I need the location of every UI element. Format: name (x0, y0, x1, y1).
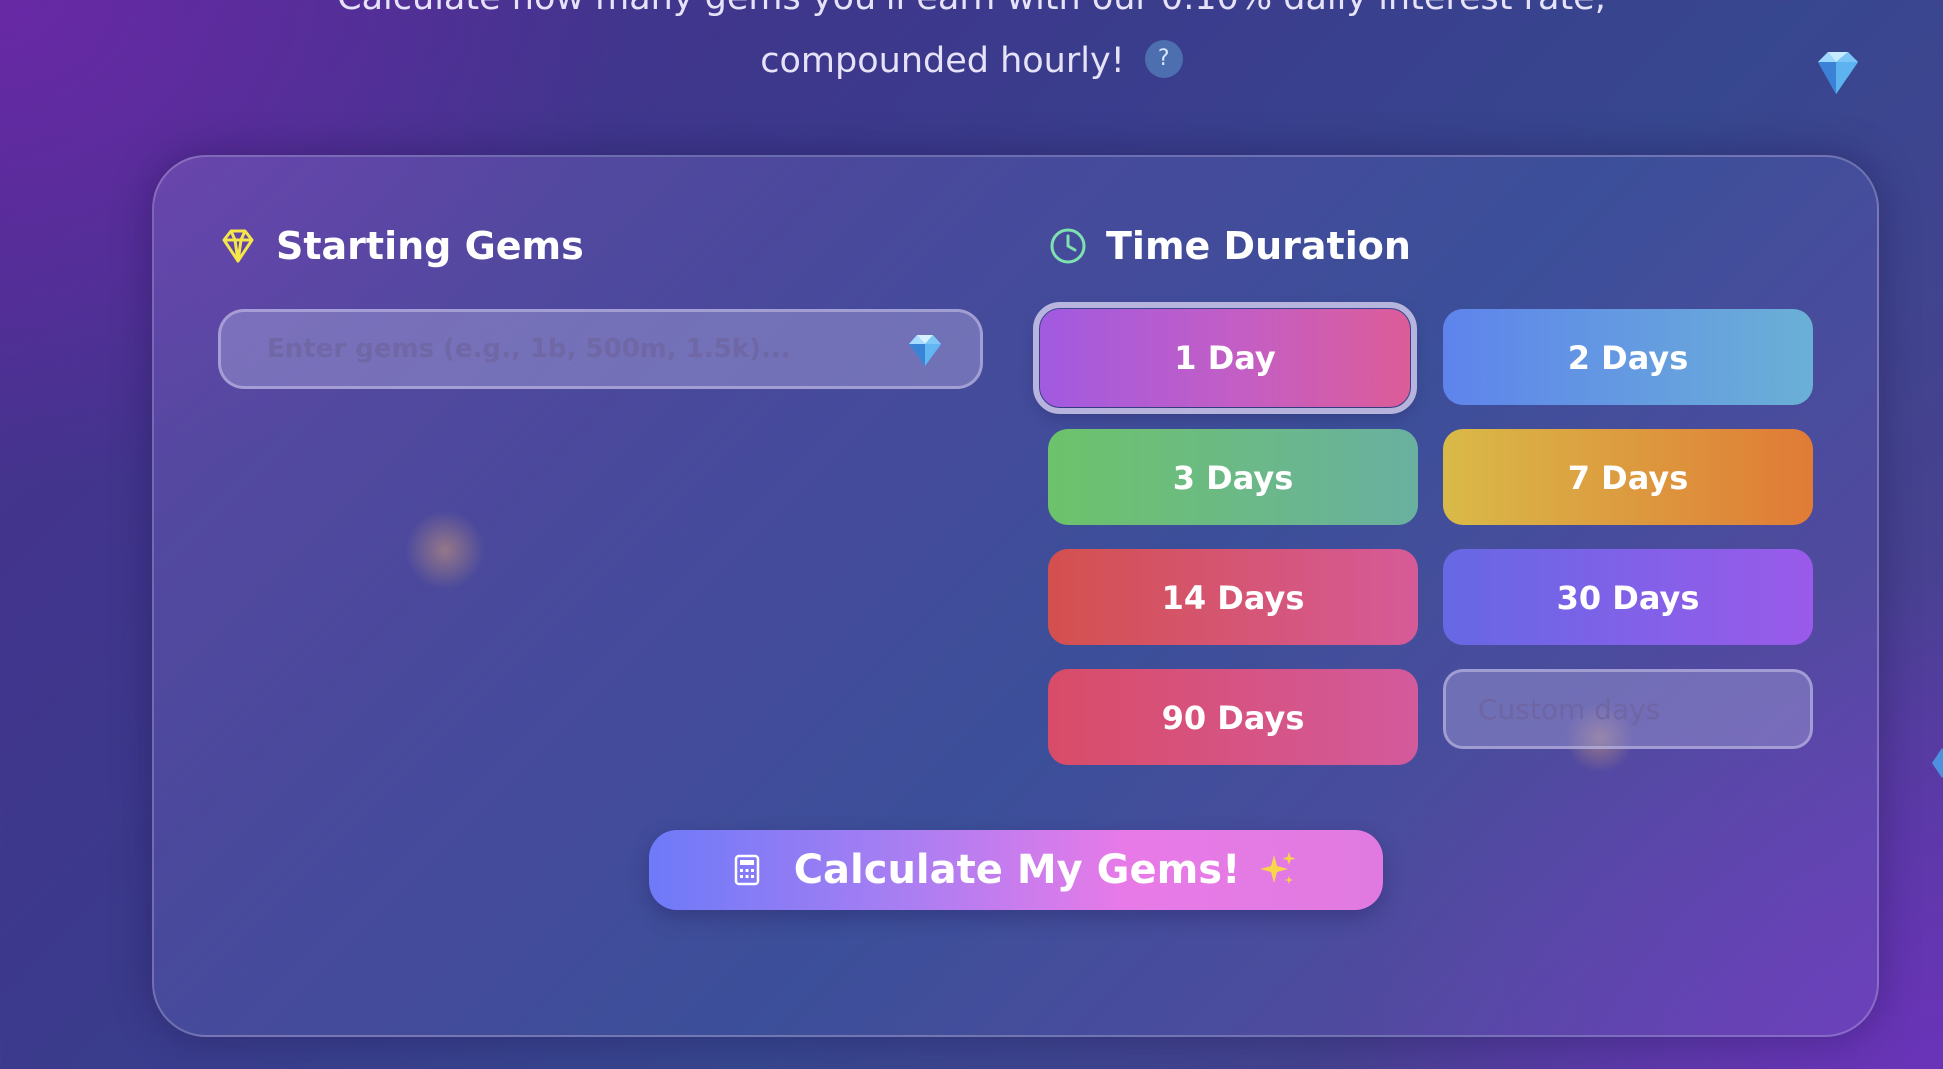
time-duration-heading: Time Duration (1048, 224, 1411, 268)
help-icon[interactable]: ? (1144, 40, 1183, 78)
duration-7-days-button[interactable]: 7 Days (1443, 429, 1813, 525)
calculate-button[interactable]: Calculate My Gems! (649, 830, 1383, 910)
calculate-label: Calculate My Gems! (793, 847, 1241, 893)
duration-2-days-button[interactable]: 2 Days (1443, 309, 1813, 405)
starting-gems-field (218, 309, 983, 389)
sparkles-icon (1260, 852, 1296, 884)
custom-days-input[interactable] (1443, 669, 1813, 749)
subtitle-line-1: Calculate how many gems you'll earn with… (0, 0, 1943, 18)
duration-14-days-button[interactable]: 14 Days (1048, 549, 1418, 645)
starting-gems-heading: Starting Gems (218, 224, 584, 268)
starting-gems-input[interactable] (267, 312, 867, 386)
duration-1-day-button[interactable]: 1 Day (1033, 302, 1417, 414)
time-duration-title: Time Duration (1106, 224, 1411, 268)
gem-outline-icon (222, 229, 254, 263)
starting-gems-title: Starting Gems (276, 224, 584, 268)
clock-icon (1050, 228, 1086, 264)
edge-diamond-icon (1932, 748, 1943, 778)
glow-decoration (405, 510, 485, 590)
subtitle-line-2-text: compounded hourly! (760, 41, 1125, 81)
duration-90-days-button[interactable]: 90 Days (1048, 669, 1418, 765)
duration-3-days-button[interactable]: 3 Days (1048, 429, 1418, 525)
floating-diamond-icon (1818, 52, 1858, 94)
calculator-icon (734, 854, 759, 886)
duration-30-days-button[interactable]: 30 Days (1443, 549, 1813, 645)
diamond-icon (909, 335, 941, 366)
subtitle-line-2: compounded hourly!? (0, 40, 1943, 81)
